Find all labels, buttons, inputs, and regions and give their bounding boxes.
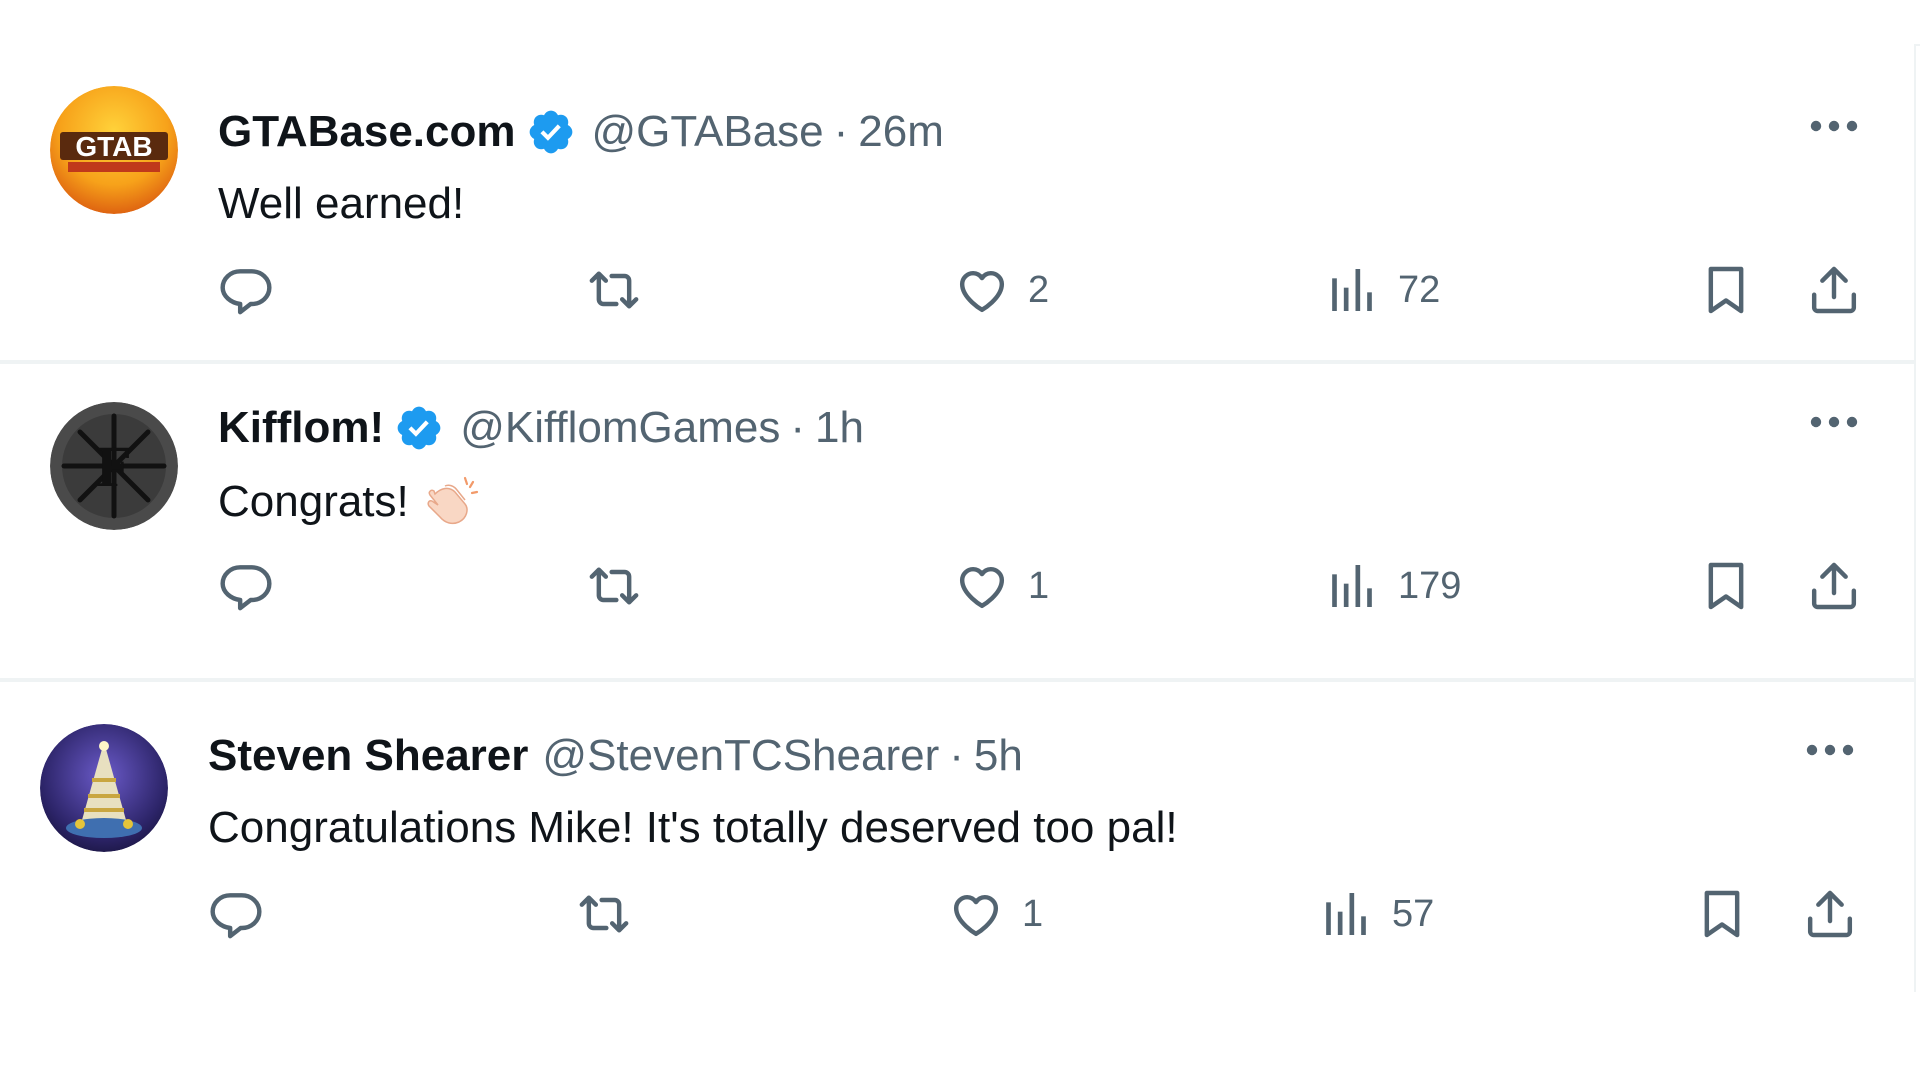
tweet-text-content: Congratulations Mike! It's totally deser…: [208, 803, 1178, 852]
tweet-text-content: Congrats!: [218, 477, 409, 526]
reply-button[interactable]: [218, 260, 292, 320]
retweet-button[interactable]: [586, 556, 660, 616]
tweet-text-content: Well earned!: [218, 179, 465, 228]
svg-text:GTAB: GTAB: [75, 131, 152, 162]
retweet-icon: [586, 558, 642, 614]
share-icon: [1802, 886, 1858, 942]
user-handle[interactable]: @StevenTCShearer: [542, 730, 939, 782]
separator-dot: ·: [833, 107, 849, 156]
reply-button[interactable]: [218, 556, 292, 616]
clapping-hands-icon: [427, 476, 478, 525]
avatar[interactable]: GTAB: [50, 86, 178, 214]
tweet-header: GTABase.com @GTABase · 26m: [218, 106, 944, 158]
timestamp[interactable]: 26m: [858, 106, 944, 158]
like-count: 1: [1028, 564, 1050, 607]
verified-badge-icon[interactable]: [526, 107, 576, 157]
tweet-header: Steven Shearer @StevenTCShearer · 5h: [208, 730, 1023, 782]
display-name[interactable]: Kifflom!: [218, 402, 384, 454]
heart-icon: [954, 558, 1010, 614]
reply-icon: [218, 558, 274, 614]
verified-badge-icon[interactable]: [394, 403, 444, 453]
avatar[interactable]: F: [50, 402, 178, 530]
like-button[interactable]: 2: [954, 260, 1049, 320]
action-bar: 1 57: [208, 884, 1920, 944]
tweet-header: Kifflom! @KifflomGames · 1h: [218, 402, 864, 454]
bookmark-icon: [1698, 558, 1754, 614]
view-count: 179: [1398, 564, 1462, 607]
bookmark-button[interactable]: [1698, 556, 1754, 616]
like-count: 1: [1022, 892, 1044, 935]
gtabase-logo-icon: GTAB: [50, 86, 178, 214]
share-icon: [1806, 558, 1862, 614]
share-button[interactable]: [1806, 556, 1862, 616]
reply-icon: [218, 262, 274, 318]
retweet-button[interactable]: [586, 260, 660, 320]
share-button[interactable]: [1802, 884, 1858, 944]
views-button[interactable]: 57: [1318, 884, 1434, 944]
retweet-icon: [586, 262, 642, 318]
timestamp[interactable]: 5h: [974, 730, 1023, 782]
bookmark-icon: [1698, 262, 1754, 318]
action-bar: 1 179: [218, 556, 1920, 616]
reply-button[interactable]: [208, 884, 282, 944]
share-icon: [1806, 262, 1862, 318]
retweet-icon: [576, 886, 632, 942]
bookmark-icon: [1694, 886, 1750, 942]
views-button[interactable]: 179: [1324, 556, 1461, 616]
view-count: 72: [1398, 268, 1441, 311]
separator-dot: ·: [790, 403, 806, 452]
heart-icon: [954, 262, 1010, 318]
bookmark-button[interactable]: [1698, 260, 1754, 320]
views-icon: [1324, 262, 1380, 318]
tweet[interactable]: F Kifflom! @KifflomGames · 1h Congrats!: [0, 364, 1916, 682]
reply-icon: [208, 886, 264, 942]
more-options-icon[interactable]: [1804, 740, 1856, 760]
retweet-button[interactable]: [576, 884, 650, 944]
more-options-icon[interactable]: [1808, 116, 1860, 136]
tweet[interactable]: Steven Shearer @StevenTCShearer · 5h Con…: [0, 682, 1916, 992]
user-handle[interactable]: @KifflomGames: [460, 402, 780, 454]
user-handle[interactable]: @GTABase: [592, 106, 824, 158]
avatar[interactable]: [40, 724, 168, 852]
display-name[interactable]: Steven Shearer: [208, 730, 528, 782]
tweet-feed: GTAB GTABase.com @GTABase · 26m Well ear…: [0, 0, 1920, 1080]
heart-icon: [948, 886, 1004, 942]
like-button[interactable]: 1: [948, 884, 1043, 944]
display-name[interactable]: GTABase.com: [218, 106, 516, 158]
separator-dot: ·: [949, 731, 964, 780]
share-button[interactable]: [1806, 260, 1862, 320]
tweet-text: Congrats!: [218, 472, 481, 532]
tweet-text: Congratulations Mike! It's totally deser…: [208, 802, 1178, 854]
bookmark-button[interactable]: [1694, 884, 1750, 944]
view-count: 57: [1392, 892, 1435, 935]
action-bar: 2 72: [218, 260, 1920, 320]
like-button[interactable]: 1: [954, 556, 1049, 616]
tweet-text: Well earned!: [218, 178, 464, 230]
like-count: 2: [1028, 268, 1050, 311]
top-divider: [0, 0, 1920, 46]
svg-text:F: F: [96, 434, 131, 499]
more-options-icon[interactable]: [1808, 412, 1860, 432]
views-icon: [1324, 558, 1380, 614]
profile-photo-icon: [40, 724, 168, 852]
tweet[interactable]: GTAB GTABase.com @GTABase · 26m Well ear…: [0, 44, 1916, 364]
kifflom-logo-icon: F: [50, 402, 178, 530]
timestamp[interactable]: 1h: [815, 402, 864, 454]
views-icon: [1318, 886, 1374, 942]
views-button[interactable]: 72: [1324, 260, 1440, 320]
